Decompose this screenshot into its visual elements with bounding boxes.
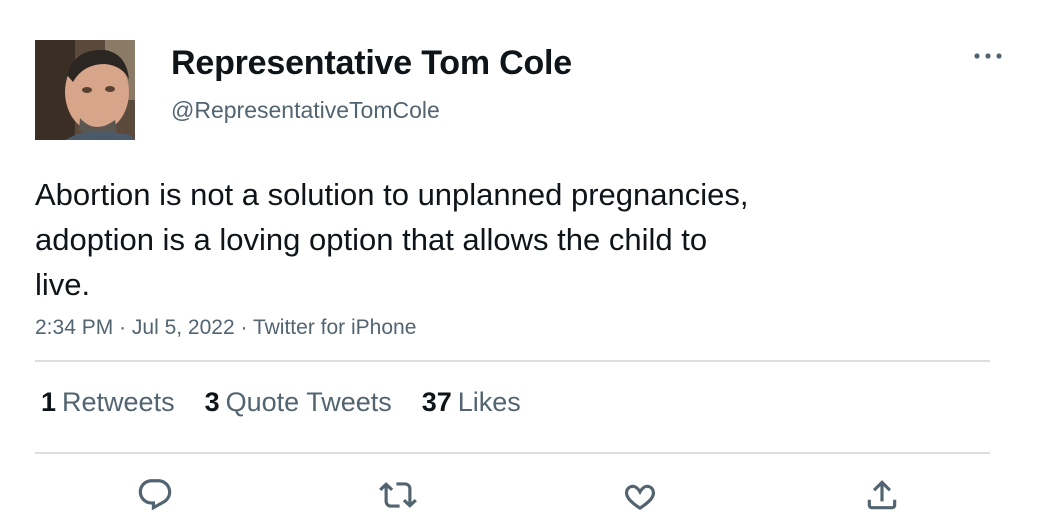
quote-tweets-label: Quote Tweets [225,387,392,417]
retweets-stat[interactable]: 1 Retweets [41,387,175,418]
share-button[interactable] [860,473,904,517]
like-button[interactable] [618,473,662,517]
more-button[interactable] [970,42,1006,70]
meta-separator: · [119,316,127,339]
retweets-label: Retweets [62,387,175,417]
tweet-meta: 2:34 PM · Jul 5, 2022 · Twitter for iPho… [35,316,416,340]
meta-separator: · [240,316,248,339]
quote-tweets-stat[interactable]: 3 Quote Tweets [205,387,392,418]
divider [35,452,990,454]
reply-icon [138,479,172,511]
share-icon [867,480,897,510]
tweet-card: Representative Tom Cole @RepresentativeT… [0,0,1050,525]
tweet-date[interactable]: Jul 5, 2022 [132,316,235,339]
tweet-stats: 1 Retweets 3 Quote Tweets 37 Likes [41,387,521,418]
reply-button[interactable] [133,473,177,517]
retweets-count: 1 [41,387,57,417]
likes-count: 37 [421,387,452,417]
retweet-button[interactable] [376,473,420,517]
more-icon [974,53,1002,59]
heart-icon [624,484,656,511]
likes-stat[interactable]: 37 Likes [422,387,521,418]
retweet-icon [379,482,417,508]
quote-tweets-count: 3 [204,387,220,417]
tweet-text: Abortion is not a solution to unplanned … [35,177,749,302]
tweet-source[interactable]: Twitter for iPhone [253,316,416,339]
tweet-time[interactable]: 2:34 PM [35,316,113,339]
author-handle[interactable]: @RepresentativeTomCole [171,97,440,124]
author-display-name[interactable]: Representative Tom Cole [171,44,572,83]
avatar-photo [35,40,135,140]
avatar[interactable] [35,40,135,140]
divider [35,360,990,362]
likes-label: Likes [457,387,521,417]
